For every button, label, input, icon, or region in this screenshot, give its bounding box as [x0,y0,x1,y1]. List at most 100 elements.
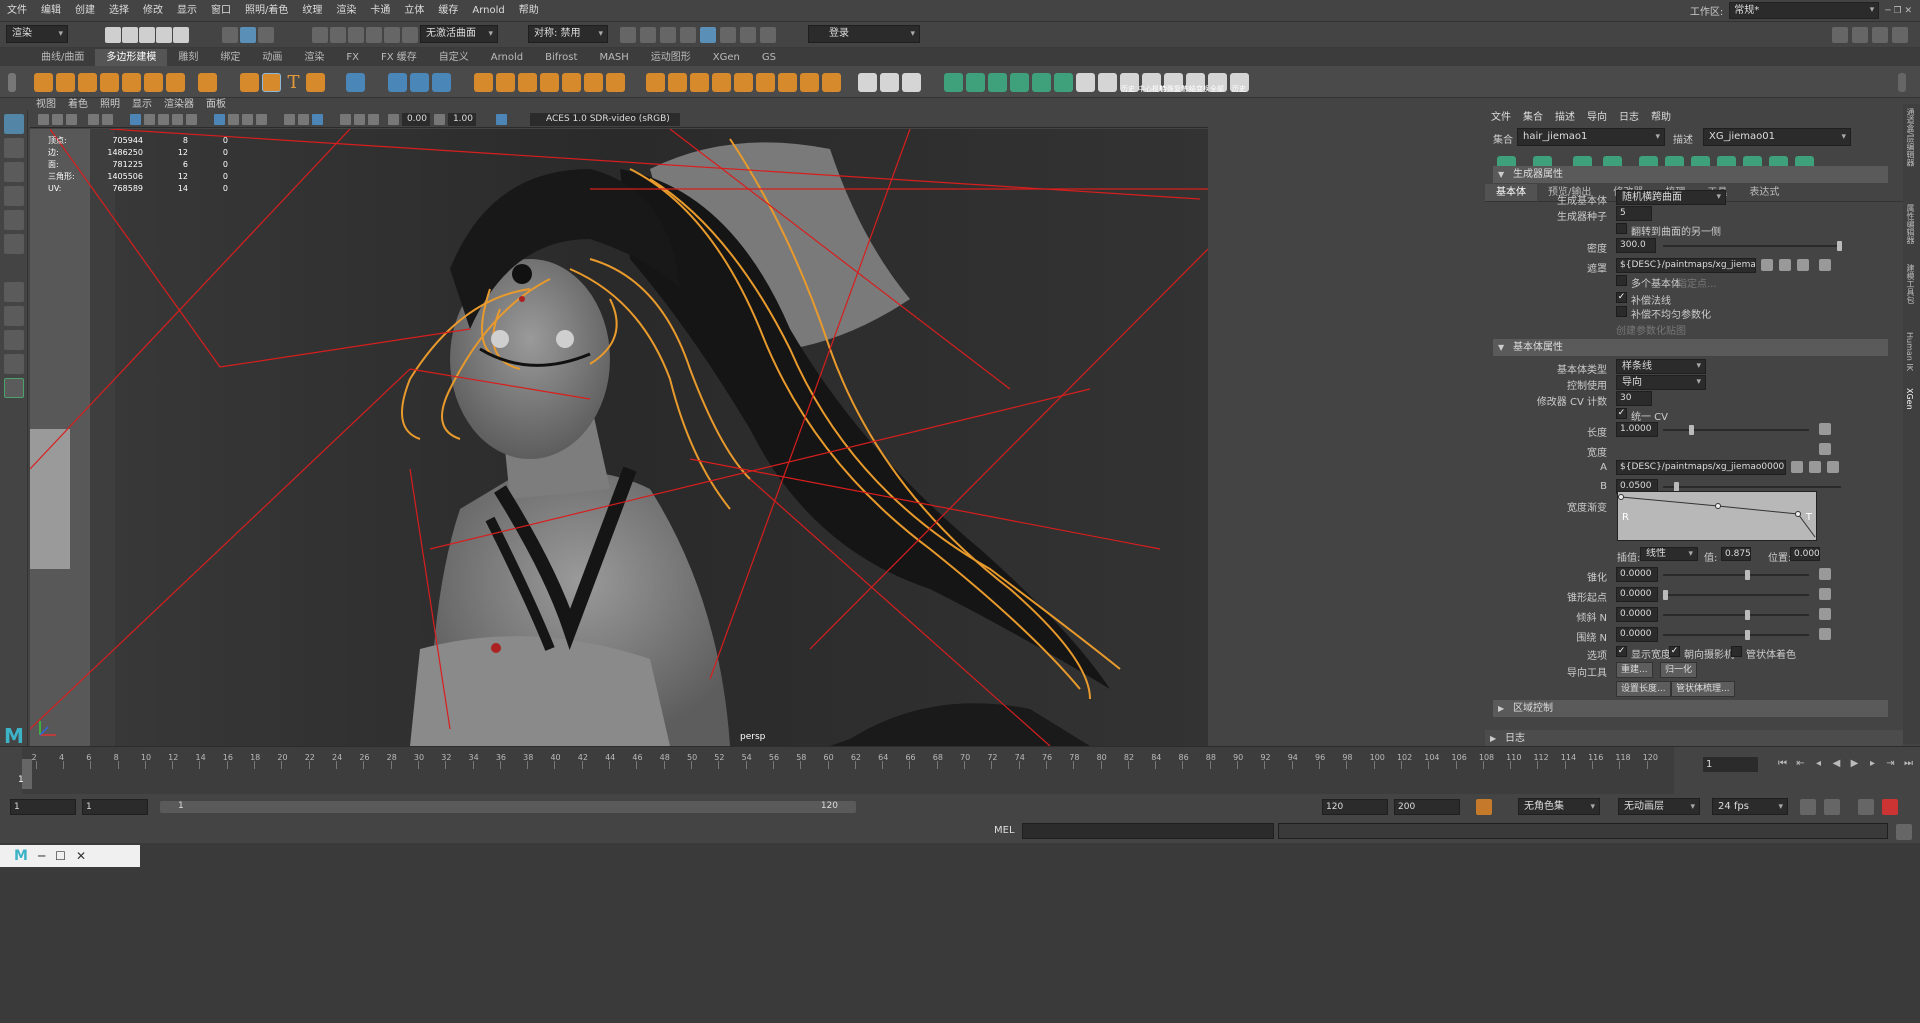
side-tab-xgen[interactable]: XGen [1905,388,1914,410]
channel-box-icon[interactable] [1892,27,1908,43]
multi-primitive-checkbox[interactable] [1616,275,1627,286]
taper-start-slider-handle[interactable] [1663,590,1668,600]
anim-end-field[interactable]: 200 [1394,799,1460,815]
sound-icon[interactable] [1824,799,1840,815]
density-slider-handle[interactable] [1837,241,1842,251]
xgen-menu-guides[interactable]: 导向 [1581,108,1613,123]
width-ramp-editor[interactable]: R T [1617,491,1817,541]
step-forward-key-icon[interactable]: ⇥ [1885,758,1896,769]
gate-mask-icon[interactable] [354,114,365,125]
shelf-tab-mash[interactable]: MASH [588,49,639,66]
mask-paint-icon[interactable] [1779,259,1791,271]
pos-field[interactable]: 0.000 [1790,547,1820,561]
shelf-tab-sculpting[interactable]: 雕刻 [167,49,209,66]
extract-icon[interactable] [518,73,537,92]
reduce-icon[interactable] [562,73,581,92]
poly-torus-icon[interactable] [122,73,141,92]
separate-icon[interactable] [410,73,429,92]
xray-joints-icon[interactable] [312,114,323,125]
menu-lighting[interactable]: 照明/着色 [238,0,295,22]
taper-start-field[interactable]: 0.0000 [1616,587,1658,602]
camera-select-icon[interactable] [38,114,49,125]
mash-network-icon[interactable] [346,73,365,92]
combine-icon[interactable] [388,73,407,92]
lights-icon[interactable] [186,114,197,125]
snap-grid-icon[interactable] [312,27,328,43]
normalize-button[interactable]: 归一化 [1660,662,1698,678]
menuset-dropdown[interactable]: 渲染 [6,25,68,43]
close-icon[interactable]: ✕ [76,849,86,863]
extrude-icon[interactable] [646,73,665,92]
collapse-icon[interactable] [800,73,819,92]
view-transform-icon[interactable] [496,114,507,125]
tilt-field[interactable]: 0.0000 [1616,607,1658,622]
face-camera-checkbox[interactable]: ✓ [1669,646,1680,657]
exposure-field[interactable]: 0.00 [402,113,430,126]
pause-viewport-icon[interactable] [760,27,776,43]
script-editor-icon[interactable] [1896,824,1912,840]
minimize-icon[interactable]: ─ [38,849,45,863]
target-weld-icon[interactable] [902,73,921,92]
poly-sphere-icon[interactable] [34,73,53,92]
four-view-icon[interactable] [4,306,24,326]
select-tool-icon[interactable] [4,114,24,134]
shelf-tab-arnold[interactable]: Arnold [480,49,534,66]
wireframe-on-shaded-icon[interactable] [158,114,169,125]
width-b-slider[interactable] [1663,486,1841,488]
svg-tool-icon[interactable] [306,73,325,92]
wireframe-icon[interactable] [130,114,141,125]
render-setup-icon[interactable] [720,27,736,43]
taper-start-slider[interactable] [1663,594,1809,596]
anti-alias-icon[interactable] [256,114,267,125]
ipr-render-icon[interactable] [660,27,676,43]
bend-slider[interactable] [1663,634,1809,636]
retopologize-icon[interactable] [606,73,625,92]
redo-icon[interactable] [173,27,189,43]
shelf-menu-icon[interactable] [8,73,16,92]
bend-map-icon[interactable] [1819,628,1831,640]
remesh-icon[interactable] [584,73,603,92]
shelf-scroll-icon[interactable] [1898,73,1906,92]
vp-menu-panels[interactable]: 面板 [200,98,232,112]
save-scene-icon[interactable] [139,27,155,43]
mask-map-icon[interactable] [1819,259,1831,271]
primitive-gen-dropdown[interactable]: 随机横跨曲面 [1616,190,1726,205]
fps-dropdown[interactable]: 24 fps [1712,798,1788,815]
single-view-icon[interactable] [4,282,24,302]
uv-editor-icon[interactable] [1054,73,1073,92]
xgen-menu-collection[interactable]: 集合 [1517,108,1549,123]
length-map-icon[interactable] [1819,423,1831,435]
mask-field[interactable]: ${DESC}/paintmaps/xg_jiemao0001_mask [1616,258,1756,273]
anim-start-field[interactable]: 1 [10,799,76,815]
play-forward-icon[interactable]: ▶ [1849,758,1860,769]
shelf-tab-custom[interactable]: 自定义 [428,49,480,66]
exposure-icon[interactable] [388,114,399,125]
shelf-tab-bifrost[interactable]: Bifrost [534,49,588,66]
tapering-slider[interactable] [1663,574,1809,576]
modeling-toolkit-icon[interactable] [1832,27,1848,43]
tilt-slider[interactable] [1663,614,1809,616]
grid-toggle-icon[interactable] [88,114,99,125]
log-section-header[interactable]: 日志 [1485,730,1903,747]
shelf-tab-animation[interactable]: 动画 [251,49,293,66]
shelf-tab-motion-graphics[interactable]: 运动图形 [640,49,702,66]
uniform-cv-checkbox[interactable]: ✓ [1616,408,1627,419]
command-language-label[interactable]: MEL [994,825,1015,836]
uv-spherical-icon[interactable] [1010,73,1029,92]
playback-end-field[interactable]: 120 [1322,799,1388,815]
maya-task-button[interactable]: M ─ ☐ ✕ [0,845,140,867]
anim-prefs-icon[interactable] [1882,799,1898,815]
scale-tool-icon[interactable] [4,234,24,254]
two-view-icon[interactable] [4,330,24,350]
tool-settings-icon[interactable] [1872,27,1888,43]
menu-modify[interactable]: 修改 [136,0,170,22]
step-back-key-icon[interactable]: ⇤ [1795,758,1806,769]
workspace-dropdown[interactable]: 常规* [1729,2,1880,19]
boolean-icon[interactable] [474,73,493,92]
taper-start-map-icon[interactable] [1819,588,1831,600]
timeline-ticks[interactable]: 2 4 6 8 10 12 14 16 18 20 22 24 26 28 30 32 34 36 38 40 42 44… [22,747,1674,795]
sweep-mesh-icon[interactable] [262,73,281,92]
resolution-gate-icon[interactable] [340,114,351,125]
width-a-folder-icon[interactable] [1827,461,1839,473]
rotate-tool-icon[interactable] [4,210,24,230]
